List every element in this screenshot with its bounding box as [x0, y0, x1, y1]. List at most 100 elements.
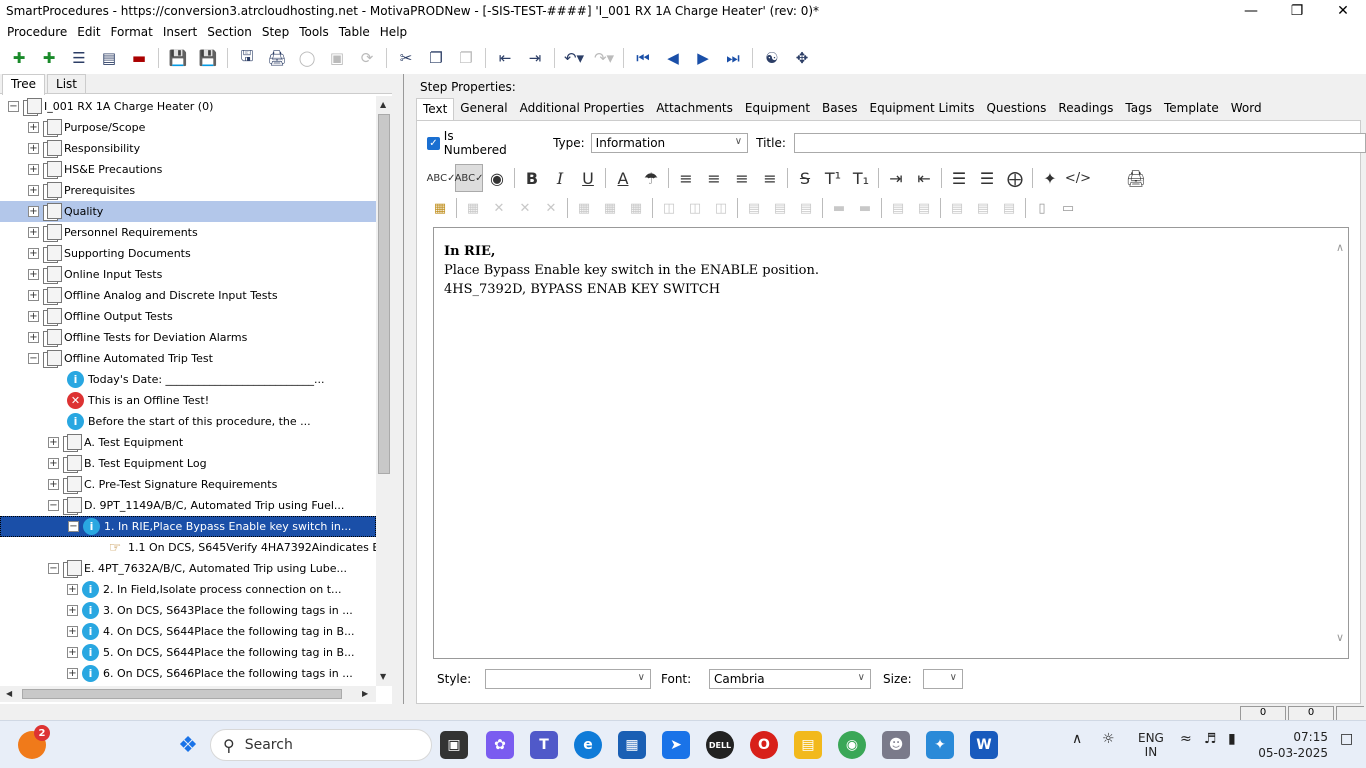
highlight-icon[interactable]: ☂: [637, 164, 665, 192]
undo-icon[interactable]: ↶▾: [559, 44, 589, 72]
network-status-icon[interactable]: ☼: [1102, 731, 1115, 747]
word-icon[interactable]: W: [970, 731, 998, 759]
tab-tree[interactable]: Tree: [2, 74, 46, 95]
tree-item[interactable]: − Offline Automated Trip Test: [0, 348, 376, 369]
menu-help[interactable]: Help: [375, 22, 412, 42]
opera-icon[interactable]: O: [750, 731, 778, 759]
language-indicator[interactable]: ENG IN: [1138, 731, 1164, 759]
tree-item[interactable]: + i 4. On DCS, S644Place the following tag…: [0, 621, 376, 642]
expand-icon[interactable]: +: [28, 290, 39, 301]
row-height-icon[interactable]: ▭: [1055, 196, 1081, 220]
scroll-down-icon[interactable]: ▼: [380, 672, 386, 681]
tab-readings[interactable]: Readings: [1052, 98, 1119, 120]
expand-icon[interactable]: +: [28, 143, 39, 154]
menu-procedure[interactable]: Procedure: [2, 22, 72, 42]
next-icon[interactable]: ▶: [688, 44, 718, 72]
last-icon[interactable]: ⏭: [718, 44, 748, 72]
tree-item[interactable]: + HS&E Precautions: [0, 159, 376, 180]
align-center-icon[interactable]: ≡: [700, 164, 728, 192]
tree-item[interactable]: + Prerequisites: [0, 180, 376, 201]
tree-root[interactable]: − I_001 RX 1A Charge Heater (0): [0, 96, 376, 117]
weather-icon[interactable]: 2: [18, 725, 50, 759]
power-automate-icon[interactable]: ➤: [662, 731, 690, 759]
previous-icon[interactable]: ◀: [658, 44, 688, 72]
numbered-list-icon[interactable]: ☰: [973, 164, 1001, 192]
menu-table[interactable]: Table: [334, 22, 375, 42]
bullet-list-icon[interactable]: ☰: [945, 164, 973, 192]
collapse-icon[interactable]: −: [48, 500, 59, 511]
store-icon[interactable]: ▦: [618, 731, 646, 759]
valign-middle-icon[interactable]: ▤: [970, 196, 996, 220]
tree-item[interactable]: + Offline Analog and Discrete Input Tests: [0, 285, 376, 306]
tab-attachments[interactable]: Attachments: [650, 98, 739, 120]
tree-item-selected-step[interactable]: − i 1. In RIE,Place Bypass Enable key swit…: [0, 516, 376, 537]
spellcheck-auto-icon[interactable]: ABC✓: [455, 164, 483, 192]
italic-icon[interactable]: I: [546, 164, 574, 192]
tab-text[interactable]: Text: [416, 98, 455, 120]
wifi-icon[interactable]: ≈: [1180, 731, 1192, 747]
expand-icon[interactable]: +: [67, 584, 78, 595]
tree-item[interactable]: + Purpose/Scope: [0, 117, 376, 138]
magic-wand-icon[interactable]: ✦: [1036, 164, 1064, 192]
type-select[interactable]: Information ∨: [590, 133, 749, 153]
font-select[interactable]: Cambria ∨: [709, 669, 871, 689]
underline-icon[interactable]: U: [574, 164, 602, 192]
copilot-icon[interactable]: ✿: [486, 731, 514, 759]
properties-icon[interactable]: ▤: [94, 44, 124, 72]
collapse-icon[interactable]: −: [28, 353, 39, 364]
scroll-thumb[interactable]: [378, 114, 390, 474]
menu-edit[interactable]: Edit: [72, 22, 105, 42]
expand-icon[interactable]: +: [28, 311, 39, 322]
chrome-icon[interactable]: ◉: [838, 731, 866, 759]
scroll-up-icon[interactable]: ▲: [380, 100, 386, 109]
tree-horizontal-scrollbar[interactable]: ◀ ▶: [0, 686, 376, 702]
tab-equipment[interactable]: Equipment: [739, 98, 816, 120]
tab-general[interactable]: General: [454, 98, 513, 120]
maximize-button[interactable]: ❐: [1274, 0, 1320, 22]
insert-table-icon[interactable]: ▦: [427, 196, 453, 220]
tree-item[interactable]: + C. Pre-Test Signature Requirements: [0, 474, 376, 495]
insert-row-above-icon[interactable]: ▤: [741, 196, 767, 220]
expand-icon[interactable]: +: [28, 269, 39, 280]
expand-icon[interactable]: +: [28, 206, 39, 217]
edge-icon[interactable]: e: [574, 731, 602, 759]
refresh-icon[interactable]: ◯: [292, 44, 322, 72]
outdent-icon[interactable]: ⇥: [520, 44, 550, 72]
paste-icon[interactable]: ❐: [451, 44, 481, 72]
collapse-icon[interactable]: −: [8, 101, 19, 112]
expand-icon[interactable]: +: [28, 332, 39, 343]
copy-icon[interactable]: ❐: [421, 44, 451, 72]
tree-item[interactable]: i Today's Date: _________________________…: [0, 369, 376, 390]
smartprocedures-icon[interactable]: ✦: [926, 731, 954, 759]
delete-icon[interactable]: ▬: [124, 44, 154, 72]
increase-indent-icon[interactable]: ⇥: [882, 164, 910, 192]
justify-icon[interactable]: ≡: [756, 164, 784, 192]
tree-item[interactable]: + i 6. On DCS, S646Place the following tag…: [0, 663, 376, 684]
valign-bottom-icon[interactable]: ▤: [996, 196, 1022, 220]
volume-icon[interactable]: ♬: [1204, 731, 1217, 747]
tree-item-quality[interactable]: + Quality: [0, 201, 376, 222]
editor-scrollbar[interactable]: ∧ ∨: [1334, 228, 1348, 658]
is-numbered-checkbox[interactable]: ✓: [427, 136, 440, 150]
expand-icon[interactable]: +: [48, 458, 59, 469]
cell-spacing-icon[interactable]: ▤: [885, 196, 911, 220]
tab-template[interactable]: Template: [1158, 98, 1225, 120]
split-cells-icon[interactable]: ▬: [852, 196, 878, 220]
insert-col-right-icon[interactable]: ◫: [682, 196, 708, 220]
spellcheck-icon[interactable]: ABC✓: [427, 164, 456, 192]
column-width-icon[interactable]: ▯: [1029, 196, 1055, 220]
chevron-down-icon[interactable]: ∨: [1336, 628, 1344, 647]
tree-item[interactable]: + i 5. On DCS, S644Place the following tag…: [0, 642, 376, 663]
redo-action-icon[interactable]: ⟳: [352, 44, 382, 72]
close-button[interactable]: ✕: [1320, 0, 1366, 22]
table-props-icon[interactable]: ▦: [460, 196, 486, 220]
teams-icon[interactable]: T: [530, 731, 558, 759]
tree-item[interactable]: + Responsibility: [0, 138, 376, 159]
file-explorer-icon[interactable]: ▤: [794, 731, 822, 759]
tree-item[interactable]: + A. Test Equipment: [0, 432, 376, 453]
font-color-icon[interactable]: A: [609, 164, 637, 192]
insert-line-icon[interactable]: ⨁: [1001, 164, 1029, 192]
strikethrough-icon[interactable]: S: [791, 164, 819, 192]
chevron-up-icon[interactable]: ∧: [1336, 238, 1344, 257]
expand-icon[interactable]: +: [28, 164, 39, 175]
